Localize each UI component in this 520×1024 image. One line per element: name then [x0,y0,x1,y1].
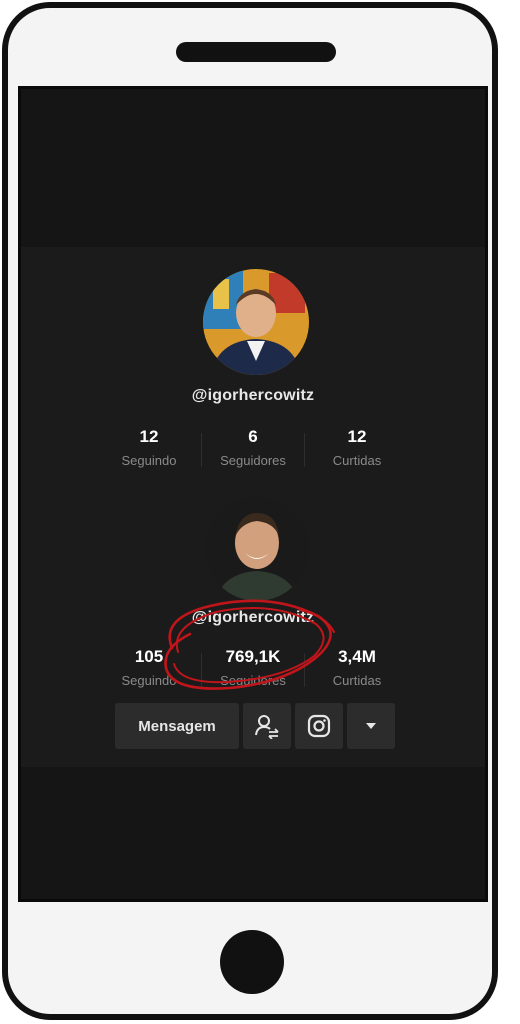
stat-likes-second[interactable]: 3,4M Curtidas [305,647,409,688]
stat-label: Curtidas [332,673,382,688]
stat-value: 12 [347,427,367,446]
instagram-button[interactable] [295,703,343,749]
phone-screen: @igorhercowitz 12 Seguindo 6 Seguidores … [18,86,488,902]
stat-value: 769,1K [225,647,281,666]
stat-label: Seguidores [220,453,286,468]
avatar-first[interactable] [203,269,309,375]
stats-second: 105 Seguindo 769,1K Seguidores 3,4M Curt… [21,647,485,688]
username-second: @igorhercowitz [191,609,315,626]
stat-value: 6 [248,427,258,446]
caret-down-icon [366,723,376,729]
stat-label: Seguindo [121,673,177,688]
stat-divider [201,433,202,467]
stat-followers-second[interactable]: 769,1K Seguidores [201,647,305,688]
instagram-icon [307,714,331,738]
stat-value: 12 [139,427,159,446]
stat-label: Seguidores [220,673,286,688]
stat-likes-first[interactable]: 12 Curtidas [305,427,409,468]
more-options-button[interactable] [347,703,395,749]
phone-frame: @igorhercowitz 12 Seguindo 6 Seguidores … [2,2,498,1020]
stat-following-first[interactable]: 12 Seguindo [97,427,201,468]
home-button[interactable] [220,930,284,994]
avatar-second[interactable] [205,497,309,601]
message-button-label: Mensagem [138,717,216,735]
stat-label: Seguindo [121,453,177,468]
stat-value: 105 [134,647,164,666]
stat-followers-first[interactable]: 6 Seguidores [201,427,305,468]
profile-panel: @igorhercowitz 12 Seguindo 6 Seguidores … [21,247,485,767]
stat-label: Curtidas [332,453,382,468]
stats-first: 12 Seguindo 6 Seguidores 12 Curtidas [21,427,485,468]
message-button[interactable]: Mensagem [115,703,239,749]
username-first: @igorhercowitz [191,387,315,404]
stat-divider [201,653,202,687]
add-friend-icon [255,715,279,739]
add-friend-button[interactable] [243,703,291,749]
phone-speaker [176,42,336,62]
stat-value: 3,4M [338,647,376,666]
stat-following-second[interactable]: 105 Seguindo [97,647,201,688]
